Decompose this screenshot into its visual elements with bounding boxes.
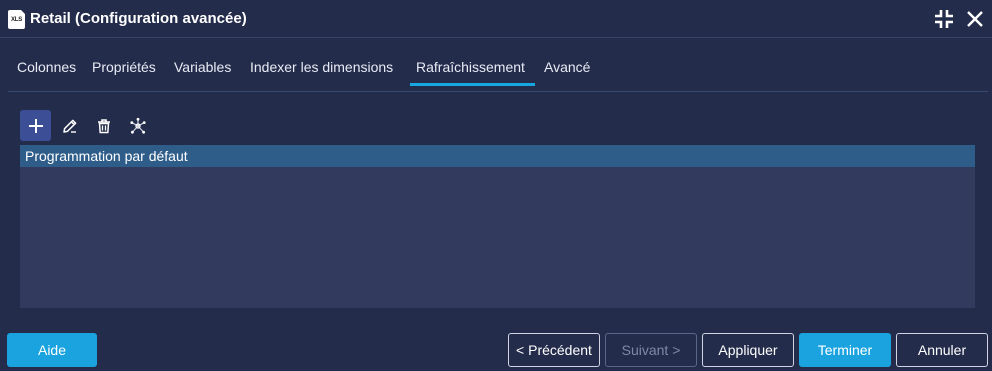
next-button[interactable]: Suivant > [605, 333, 697, 367]
help-button[interactable]: Aide [7, 333, 97, 367]
list-item[interactable]: Programmation par défaut [20, 145, 975, 167]
apply-button[interactable]: Appliquer [702, 333, 794, 367]
tab-bar: Colonnes Propriétés Variables Indexer le… [8, 50, 988, 92]
edit-schedule-button[interactable] [54, 110, 85, 141]
tab-proprietes[interactable]: Propriétés [92, 50, 156, 86]
tab-avance[interactable]: Avancé [544, 50, 590, 86]
dependencies-button[interactable] [122, 110, 153, 141]
previous-button[interactable]: < Précédent [508, 333, 600, 367]
tab-variables[interactable]: Variables [174, 50, 231, 86]
plus-icon [28, 118, 43, 133]
delete-schedule-button[interactable] [88, 110, 119, 141]
collapse-button[interactable] [932, 7, 956, 31]
tab-colonnes[interactable]: Colonnes [17, 50, 76, 86]
tab-indexer-les-dimensions[interactable]: Indexer les dimensions [250, 50, 393, 86]
close-icon [967, 11, 983, 27]
cancel-button[interactable]: Annuler [896, 333, 988, 367]
close-button[interactable] [963, 7, 987, 31]
tab-rafraichissement[interactable]: Rafraîchissement [410, 50, 535, 86]
window-title: Retail (Configuration avancée) [30, 10, 247, 27]
collapse-icon [935, 10, 953, 28]
network-icon [129, 117, 146, 134]
title-bar: XLS Retail (Configuration avancée) [0, 0, 992, 38]
finish-button[interactable]: Terminer [799, 333, 891, 367]
add-schedule-button[interactable] [20, 110, 51, 141]
schedule-list[interactable]: Programmation par défaut [20, 145, 975, 308]
edit-icon [62, 119, 76, 133]
xls-file-icon: XLS [8, 10, 25, 29]
trash-icon [97, 118, 110, 133]
